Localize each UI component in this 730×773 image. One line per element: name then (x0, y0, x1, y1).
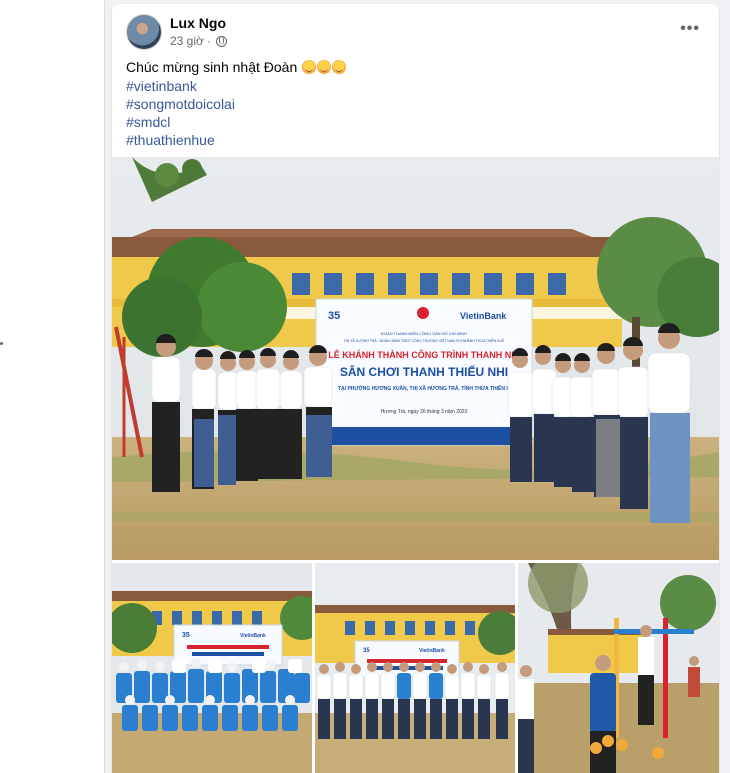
avatar[interactable] (126, 14, 162, 50)
main-photo[interactable]: 35 VietinBank ĐOÀN THANH NIÊN CỘNG SẢN H… (112, 157, 719, 560)
hashtag-link[interactable]: #vietinbank (126, 77, 235, 95)
meta-separator: · (206, 34, 211, 48)
post-header: Lux Ngo 23 giờ · ••• (126, 14, 706, 54)
banner-date: Hương Trà, ngày 26 tháng 3 năm 2023 (381, 409, 468, 415)
post-caption: Chúc mừng sinh nhật Đoàn (126, 58, 347, 76)
thumb1-banner-logo-number: 35 (182, 632, 190, 639)
column-divider (104, 0, 105, 773)
banner-org-line1: ĐOÀN THANH NIÊN CỘNG SẢN HỒ CHÍ MINH (381, 331, 467, 336)
thumb1-banner-brand: VietinBank (240, 633, 266, 639)
sidebar-dot (0, 342, 3, 345)
photo-thumbnail-group-adults[interactable]: 35 VietinBank (315, 563, 515, 773)
author-name[interactable]: Lux Ngo (170, 15, 226, 31)
banner-logo-number: 35 (328, 310, 340, 322)
hashtag-link[interactable]: #thuathienhue (126, 131, 235, 149)
banner-location: TẠI PHƯỜNG HƯƠNG XUÂN, THỊ XÃ HƯƠNG TRÀ,… (338, 384, 510, 392)
hashtag-list: #vietinbank #songmotdoicolai #smdcl #thu… (126, 77, 235, 149)
hashtag-link[interactable]: #songmotdoicolai (126, 95, 235, 113)
caption-text: Chúc mừng sinh nhật Đoàn (126, 59, 298, 75)
photo-thumbnail-playground[interactable] (518, 563, 719, 773)
banner-title-line1: LỄ KHÁNH THÀNH CÔNG TRÌNH THANH NIÊ (328, 349, 520, 360)
banner-brand: VietinBank (460, 311, 507, 321)
banner-title-line2: SÂN CHƠI THANH THIẾU NHI (340, 364, 508, 379)
smiling-face-with-hearts-icon (302, 60, 317, 74)
post-time[interactable]: 23 giờ (170, 34, 204, 48)
banner-org-line2: THỊ XÃ HƯƠNG TRÀ - NGÂN HÀNG TMCP CÔNG T… (344, 338, 505, 343)
globe-icon[interactable] (215, 35, 227, 47)
smiling-face-with-hearts-icon (317, 60, 332, 74)
hashtag-link[interactable]: #smdcl (126, 113, 235, 131)
post-card: Lux Ngo 23 giờ · ••• Chúc mừng sinh nhật… (112, 4, 719, 773)
more-horizontal-icon[interactable]: ••• (680, 21, 700, 37)
post-meta: 23 giờ · (170, 34, 227, 48)
smiling-face-with-hearts-icon (332, 60, 347, 74)
thumb2-banner-brand: VietinBank (419, 648, 445, 654)
left-sidebar (0, 0, 104, 773)
photo-thumbnail-group-children[interactable]: 35 VietinBank (112, 563, 312, 773)
thumb2-banner-logo-number: 35 (363, 648, 370, 654)
